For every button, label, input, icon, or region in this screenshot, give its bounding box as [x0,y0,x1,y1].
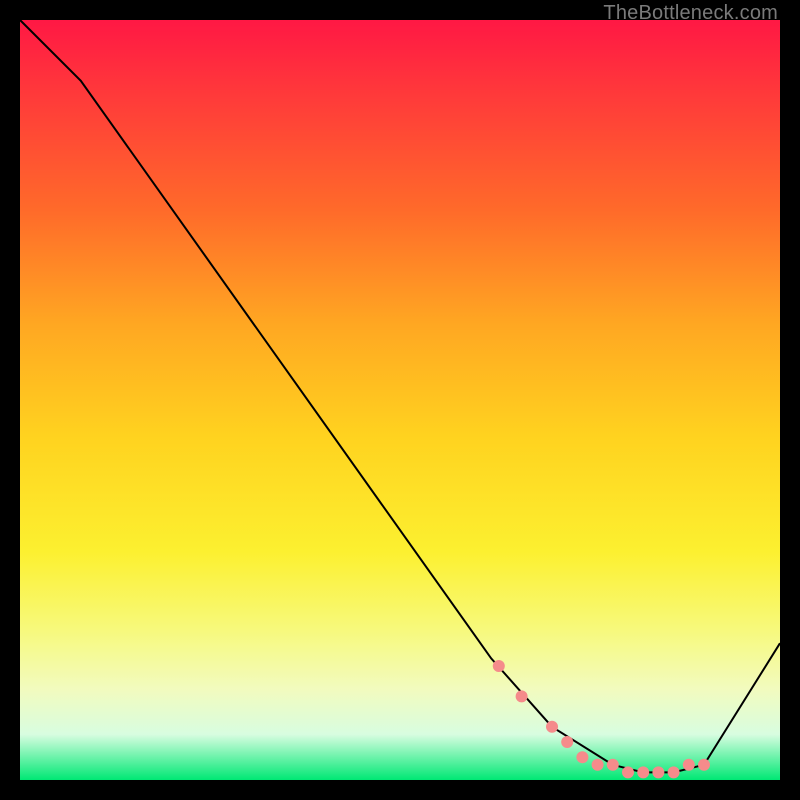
data-marker [622,766,634,778]
data-marker [516,690,528,702]
data-line [20,20,780,772]
plot-area [20,20,780,780]
data-marker [607,759,619,771]
data-marker [698,759,710,771]
data-marker [637,766,649,778]
data-marker [683,759,695,771]
data-marker [576,751,588,763]
data-marker [668,766,680,778]
chart-stage: TheBottleneck.com [0,0,800,800]
curve-svg [20,20,780,780]
data-marker [546,721,558,733]
data-marker [561,736,573,748]
marker-group [493,660,710,778]
data-marker [652,766,664,778]
data-marker [493,660,505,672]
data-marker [592,759,604,771]
